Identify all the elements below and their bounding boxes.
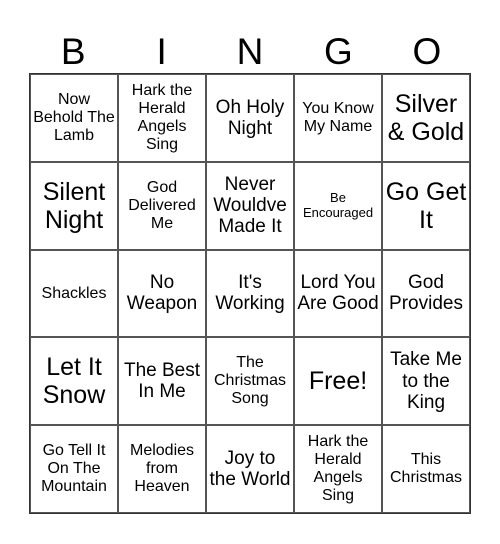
bingo-cell-o-5[interactable]: This Christmas: [382, 425, 470, 513]
cell-label: Hark the Herald Angels Sing: [307, 433, 369, 504]
cell-label: The Christmas Song: [213, 354, 286, 408]
bingo-cell-b-5[interactable]: Go Tell It On The Mountain: [30, 425, 118, 513]
bingo-cell-i-5[interactable]: Melodies from Heaven: [118, 425, 206, 513]
header-letter-b: B: [60, 31, 86, 72]
cell-label: Silent Night: [42, 177, 106, 234]
cell-label: You Know My Name: [302, 99, 374, 135]
bingo-grid: Now Behold The Lamb Hark the Herald Angel…: [29, 73, 471, 514]
cell-label: Go Tell It On The Mountain: [41, 442, 107, 496]
cell-label: God Delivered Me: [128, 178, 196, 232]
bingo-cell-o-4[interactable]: Take Me to the King: [382, 337, 470, 426]
bingo-cell-g-3[interactable]: Lord You Are Good: [294, 249, 382, 338]
cell-label: Oh Holy Night: [215, 96, 285, 139]
cell-label: Be Encouraged: [302, 190, 374, 220]
bingo-cell-b-1[interactable]: Now Behold The Lamb: [30, 74, 118, 162]
cell-label: This Christmas: [389, 451, 462, 487]
cell-label: Lord You Are Good: [297, 272, 379, 315]
bingo-cell-i-3[interactable]: No Weapon: [118, 249, 206, 338]
header-letter-o: O: [412, 31, 442, 72]
header-letter-i: I: [156, 31, 167, 72]
cell-label: No Weapon: [126, 272, 198, 315]
bingo-cell-i-1[interactable]: Hark the Herald Angels Sing: [118, 74, 206, 162]
bingo-cell-g-2[interactable]: Be Encouraged: [294, 161, 382, 250]
bingo-cell-n-3[interactable]: It's Working: [206, 249, 294, 338]
cell-label: Now Behold The Lamb: [33, 91, 115, 144]
bingo-cell-n-5[interactable]: Joy to the World: [206, 425, 294, 513]
header-letter-n: N: [236, 31, 264, 72]
cell-label: Joy to the World: [209, 447, 291, 491]
cell-label: Melodies from Heaven: [129, 442, 195, 496]
bingo-cell-i-2[interactable]: God Delivered Me: [118, 161, 206, 250]
cell-label: Go Get It: [385, 177, 467, 234]
cell-label: Hark the Herald Angels Sing: [131, 82, 193, 153]
cell-label: It's Working: [215, 272, 285, 315]
cell-label: Silver & Gold: [387, 89, 465, 146]
bingo-cell-o-2[interactable]: Go Get It: [382, 161, 470, 250]
cell-label: Free!: [308, 367, 368, 396]
bingo-cell-g-4[interactable]: Free!: [294, 337, 382, 426]
cell-label: Let It Snow: [42, 353, 106, 410]
bingo-cell-b-3[interactable]: Shackles: [30, 249, 118, 338]
cell-label: The Best In Me: [123, 360, 201, 403]
bingo-cell-b-2[interactable]: Silent Night: [30, 161, 118, 250]
bingo-cell-g-5[interactable]: Hark the Herald Angels Sing: [294, 425, 382, 513]
header-letter-g: G: [324, 31, 353, 72]
cell-label: Never Wouldve Made It: [213, 173, 287, 238]
bingo-cell-o-3[interactable]: God Provides: [382, 249, 470, 338]
cell-label: God Provides: [389, 272, 463, 315]
bingo-cell-n-1[interactable]: Oh Holy Night: [206, 74, 294, 162]
bingo-cell-i-4[interactable]: The Best In Me: [118, 337, 206, 426]
cell-label: Shackles: [41, 284, 107, 302]
cell-label: Take Me to the King: [390, 349, 462, 413]
bingo-cell-n-2[interactable]: Never Wouldve Made It: [206, 161, 294, 250]
bingo-cell-b-4[interactable]: Let It Snow: [30, 337, 118, 426]
bingo-header: B I N G O: [29, 30, 471, 74]
bingo-cell-n-4[interactable]: The Christmas Song: [206, 337, 294, 426]
bingo-cell-o-1[interactable]: Silver & Gold: [382, 74, 470, 162]
bingo-cell-g-1[interactable]: You Know My Name: [294, 74, 382, 162]
